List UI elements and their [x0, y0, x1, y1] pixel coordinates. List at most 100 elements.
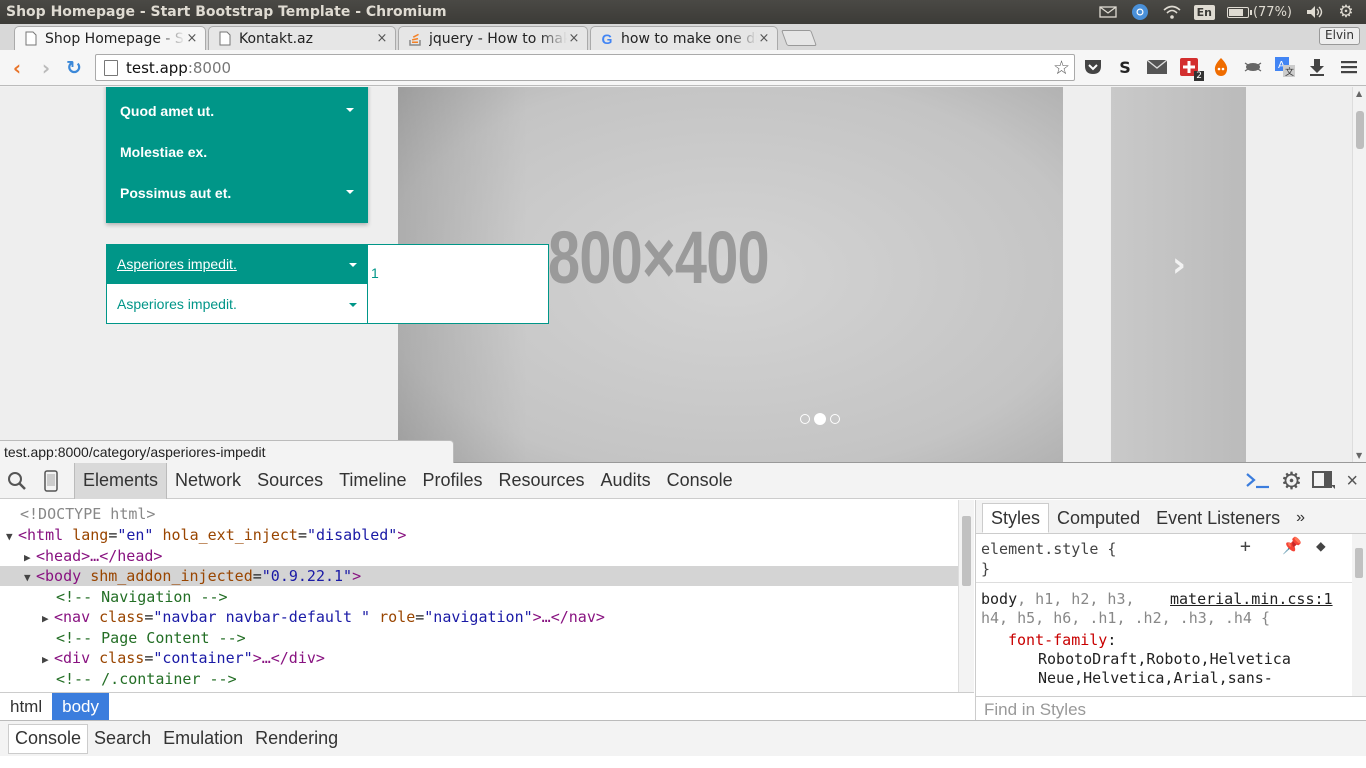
tab-console[interactable]: Console [659, 463, 741, 499]
carousel-next-chevron-icon[interactable]: › [1172, 245, 1186, 285]
drawer-tab-console[interactable]: Console [8, 723, 89, 754]
lastpass-icon[interactable]: S [1114, 56, 1136, 78]
tab-computed[interactable]: Computed [1049, 503, 1148, 533]
element-style-rule[interactable]: element.style { [981, 540, 1116, 558]
tab-shop-homepage[interactable]: Shop Homepage - Start Bootstrap Template… [14, 26, 206, 50]
scroll-up-arrow-icon[interactable]: ▲ [1356, 89, 1362, 98]
drawer-tab-emulation[interactable]: Emulation [157, 724, 249, 754]
expand-triangle-icon[interactable]: ▼ [6, 527, 18, 547]
tab-elements[interactable]: Elements [74, 462, 168, 499]
scroll-down-arrow-icon[interactable]: ▼ [1356, 451, 1362, 460]
expand-triangle-icon[interactable]: ▼ [24, 568, 36, 588]
forward-arrow-icon[interactable]: › [32, 54, 60, 82]
menu-item-quod-amet[interactable]: Quod amet ut. [120, 99, 360, 123]
dock-side-icon[interactable] [1312, 470, 1336, 493]
drawer-tab-rendering[interactable]: Rendering [249, 724, 344, 754]
collapsed-triangle-icon[interactable]: ▶ [24, 548, 36, 568]
menu-item-possimus[interactable]: Possimus aut et. [120, 181, 360, 205]
pin-state-icon[interactable]: 📌 [1282, 536, 1302, 555]
battery-indicator[interactable]: (77%) [1226, 5, 1292, 20]
submenu-item[interactable]: 1 [371, 265, 379, 281]
download-arrow-icon[interactable] [1306, 56, 1328, 78]
carousel-indicator[interactable] [830, 414, 840, 424]
tab-google-search[interactable]: G how to make one div × [590, 26, 778, 50]
category-link-active[interactable]: Asperiores impedit. [117, 256, 237, 272]
new-tab-button[interactable] [781, 30, 817, 46]
hola-icon[interactable] [1210, 56, 1232, 78]
page-info-icon[interactable] [104, 59, 118, 76]
tab-resources[interactable]: Resources [491, 463, 593, 499]
more-tabs-chevron-icon[interactable]: » [1288, 503, 1313, 533]
address-bar[interactable]: test.app:8000 ☆ [95, 54, 1075, 81]
tab-styles[interactable]: Styles [982, 503, 1050, 533]
profile-button[interactable]: Elvin [1319, 27, 1360, 45]
page-scrollbar[interactable]: ▲ ▼ [1352, 87, 1366, 462]
settings-gear-icon[interactable]: ⚙ [1281, 467, 1303, 496]
color-format-icon[interactable]: ◆ [1316, 536, 1326, 555]
close-devtools-icon[interactable]: × [1346, 470, 1358, 493]
scrollbar-thumb[interactable] [1355, 548, 1363, 578]
dom-node-comment-nav[interactable]: <!-- Navigation --> [0, 587, 958, 607]
category-item-active[interactable]: Asperiores impedit. [107, 245, 367, 284]
console-drawer-icon[interactable] [1245, 470, 1271, 493]
drawer-tab-search[interactable]: Search [88, 724, 157, 754]
tab-stackoverflow[interactable]: jquery - How to make one div × [398, 26, 588, 50]
dom-node-comment-container[interactable]: <!-- /.container --> [0, 669, 958, 689]
translate-icon[interactable]: A文 [1274, 56, 1296, 78]
collapsed-triangle-icon[interactable]: ▶ [42, 650, 54, 670]
collapsed-triangle-icon[interactable]: ▶ [42, 609, 54, 629]
adblock-icon[interactable]: 2 [1178, 56, 1204, 81]
rule-source-link[interactable]: material.min.css:1 [1170, 590, 1333, 608]
scrollbar-thumb[interactable] [962, 516, 971, 586]
dom-node-div-container[interactable]: ▶ <div class="container">…</div> [0, 648, 958, 668]
tab-network[interactable]: Network [167, 463, 249, 499]
chromium-icon[interactable] [1130, 3, 1150, 21]
dom-node-comment-content[interactable]: <!-- Page Content --> [0, 628, 958, 648]
tab-event-listeners[interactable]: Event Listeners [1148, 503, 1288, 533]
dom-node-html[interactable]: ▼ <html lang="en" hola_ext_inject="disabl… [0, 525, 958, 545]
wifi-icon[interactable] [1162, 3, 1182, 21]
tab-close-icon[interactable]: × [185, 31, 199, 46]
volume-icon[interactable] [1304, 3, 1324, 21]
inspect-search-icon[interactable] [0, 463, 34, 499]
keyboard-layout-indicator[interactable]: En [1193, 4, 1215, 20]
css-property[interactable]: font-family: [1008, 631, 1116, 649]
dom-node-nav[interactable]: ▶ <nav class="navbar navbar-default " rol… [0, 607, 958, 627]
dom-node-doctype[interactable]: <!DOCTYPE html> [0, 504, 958, 524]
device-mode-icon[interactable] [34, 463, 68, 499]
new-style-rule-icon[interactable]: + [1240, 536, 1251, 557]
carousel-indicator[interactable] [800, 414, 810, 424]
bug-icon[interactable] [1242, 56, 1264, 78]
mail-indicator-icon[interactable] [1098, 3, 1118, 21]
tab-kontakt[interactable]: Kontakt.az × [208, 26, 396, 50]
css-value-line2[interactable]: Neue,Helvetica,Arial,sans- [1038, 669, 1273, 687]
rule-selector[interactable]: body, h1, h2, h3, [981, 590, 1135, 608]
category-link-second[interactable]: Asperiores impedit. [117, 296, 237, 312]
mail-icon[interactable] [1146, 56, 1168, 78]
scrollbar-thumb[interactable] [1356, 111, 1364, 149]
menu-item-molestiae[interactable]: Molestiae ex. [120, 140, 360, 164]
comment-text: <!-- Navigation --> [56, 588, 228, 606]
elements-scrollbar[interactable] [958, 500, 974, 692]
session-gear-icon[interactable]: ⚙ [1336, 2, 1356, 22]
tab-timeline[interactable]: Timeline [331, 463, 414, 499]
reload-icon[interactable]: ↻ [60, 54, 88, 82]
tab-close-icon[interactable]: × [375, 31, 389, 46]
pocket-icon[interactable] [1082, 56, 1104, 78]
carousel-indicator-active[interactable] [814, 413, 826, 425]
dom-node-head[interactable]: ▶ <head>…</head> [0, 546, 958, 566]
bookmark-star-icon[interactable]: ☆ [1053, 57, 1070, 79]
tab-close-icon[interactable]: × [567, 31, 581, 46]
find-in-styles-input[interactable]: Find in Styles [976, 696, 1366, 720]
tab-close-icon[interactable]: × [757, 31, 771, 46]
tab-sources[interactable]: Sources [249, 463, 331, 499]
dom-node-body-selected[interactable]: ▼ <body shm_addon_injected="0.9.22.1"> [0, 566, 958, 586]
breadcrumb-html[interactable]: html [0, 693, 52, 720]
tab-audits[interactable]: Audits [593, 463, 659, 499]
tab-profiles[interactable]: Profiles [414, 463, 490, 499]
css-value-line1[interactable]: RobotoDraft,Roboto,Helvetica [1038, 650, 1291, 668]
back-arrow-icon[interactable]: ‹ [3, 54, 31, 82]
styles-scrollbar[interactable] [1352, 534, 1366, 696]
breadcrumb-body[interactable]: body [52, 693, 109, 720]
menu-hamburger-icon[interactable] [1338, 56, 1360, 78]
